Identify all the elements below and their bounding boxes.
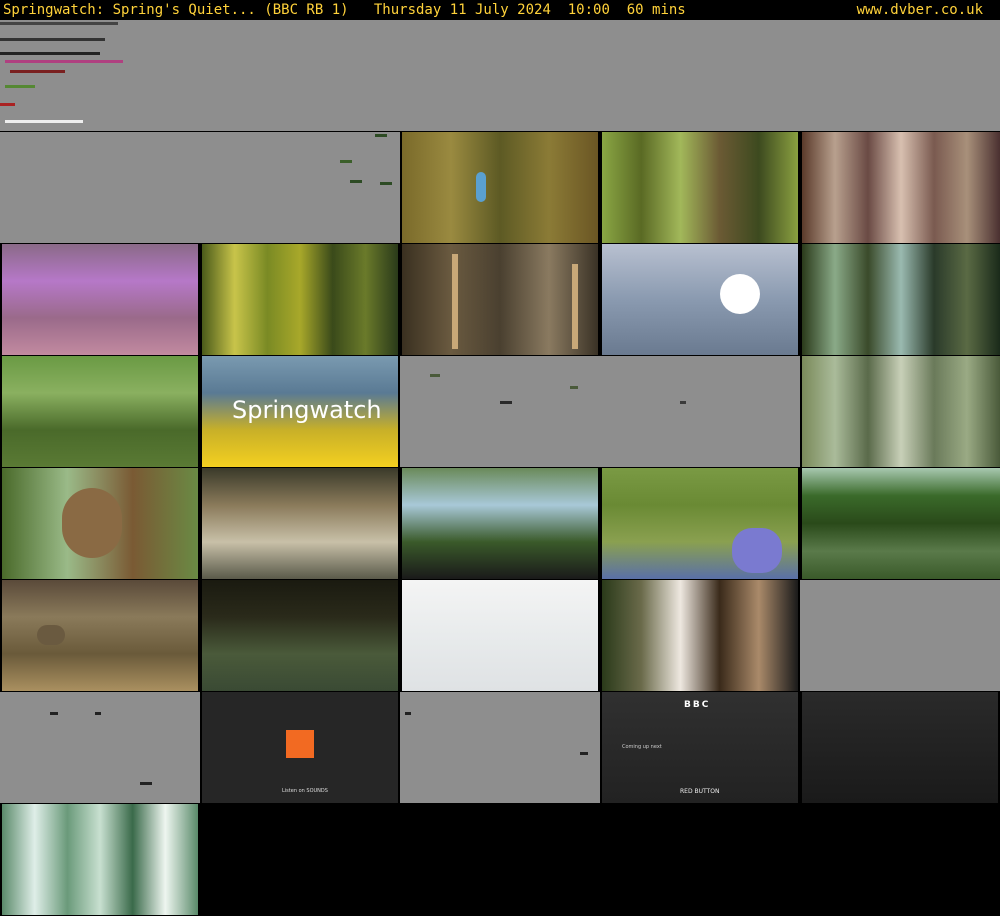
thumbnail[interactable]: [802, 244, 1000, 355]
thumbnail[interactable]: [402, 468, 598, 579]
thumbnail[interactable]: [602, 468, 798, 579]
thumbnail[interactable]: [400, 692, 600, 803]
thumbnail[interactable]: [402, 132, 598, 243]
thumbnail[interactable]: [2, 468, 198, 579]
thumbnail[interactable]: [2, 804, 198, 915]
coming-up-text: Coming up next: [622, 744, 662, 750]
programme-title: Springwatch: Spring's Quiet... (BBC RB 1…: [3, 2, 686, 18]
thumbnail[interactable]: [0, 692, 200, 803]
sounds-promo-text: Listen on SOUNDS: [282, 788, 328, 794]
thumbnail[interactable]: [602, 580, 798, 691]
header-bar: Springwatch: Spring's Quiet... (BBC RB 1…: [0, 0, 1000, 20]
thumbnail[interactable]: [802, 356, 1000, 467]
thumbnail[interactable]: [602, 132, 798, 243]
thumbnail[interactable]: [2, 356, 198, 467]
thumbnail[interactable]: [800, 580, 1000, 691]
red-button-text: RED BUTTON: [680, 788, 720, 795]
thumbnail[interactable]: [202, 580, 398, 691]
thumbnail[interactable]: [2, 580, 198, 691]
thumbnail[interactable]: [0, 132, 400, 243]
thumbnail[interactable]: [602, 244, 798, 355]
bbc-logo: BBC: [684, 700, 711, 710]
thumbnail[interactable]: [802, 132, 1000, 243]
thumbnail[interactable]: [802, 692, 998, 803]
site-link[interactable]: www.dvber.co.uk: [857, 0, 983, 20]
thumbnail[interactable]: [402, 244, 598, 355]
thumbnail[interactable]: [400, 356, 800, 467]
thumbnail[interactable]: [402, 580, 598, 691]
thumbnail[interactable]: [2, 244, 198, 355]
thumbnail[interactable]: BBC Coming up next RED BUTTON: [602, 692, 798, 803]
thumbnail[interactable]: Springwatch: [202, 356, 398, 467]
thumbnail[interactable]: [202, 244, 398, 355]
thumbnail[interactable]: [802, 468, 1000, 579]
springwatch-logo: Springwatch: [232, 396, 382, 424]
thumbnail[interactable]: [202, 468, 398, 579]
thumbnail[interactable]: [0, 20, 1000, 131]
thumbnail[interactable]: Listen on SOUNDS: [202, 692, 398, 803]
